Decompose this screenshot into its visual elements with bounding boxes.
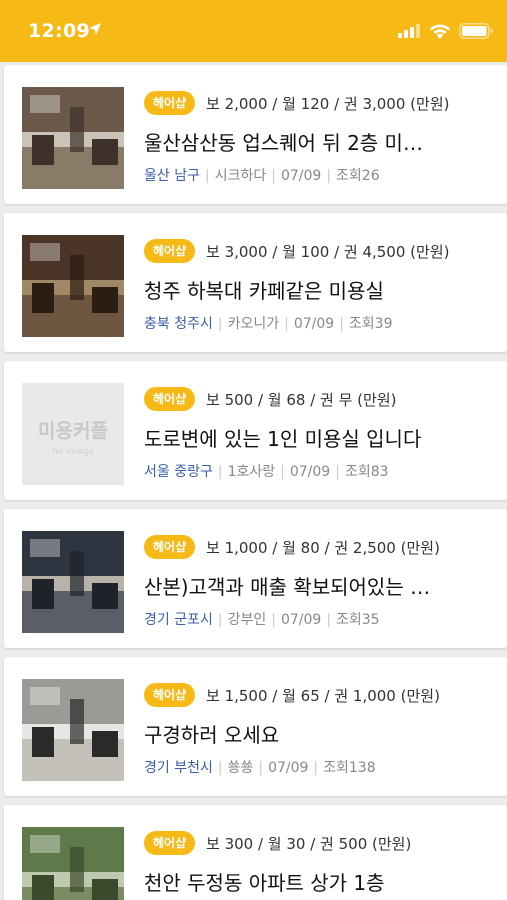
meta-divider: | xyxy=(217,316,223,332)
placeholder-title: 미용커플 xyxy=(38,420,108,442)
meta-divider: | xyxy=(339,316,344,332)
listing-meta: 서울 중랑구 | 1호사랑 | 07/09 | 조회83 xyxy=(144,461,389,481)
meta-divider: | xyxy=(326,612,332,628)
category-badge: 헤어샵 xyxy=(144,91,196,115)
listing-thumbnail[interactable] xyxy=(22,235,124,337)
category-badge: 헤어샵 xyxy=(144,239,196,263)
listing-card[interactable]: 헤어샵 보 300 / 월 30 / 권 500 (만원) 천안 두정동 아파트 상… xyxy=(4,805,507,900)
listing-author: 시크하다 xyxy=(214,168,267,184)
status-time: 12:09 xyxy=(28,20,90,42)
listing-author: 1호사랑 xyxy=(227,464,276,480)
listing-author: 강부인 xyxy=(227,612,267,628)
listing-meta: 충북 청주시 | 카오니가 | 07/09 | 조회39 xyxy=(144,313,392,333)
listing-thumbnail[interactable] xyxy=(22,87,124,189)
signal-icon xyxy=(398,24,420,38)
price-info: 보 1,000 / 월 80 / 권 2,500 (만원) xyxy=(206,539,440,557)
listing-title[interactable]: 청주 하복대 카페같은 미용실 xyxy=(144,275,489,304)
location-arrow-icon xyxy=(89,23,101,35)
meta-divider: | xyxy=(217,464,223,480)
listing-title[interactable]: 울산삼산동 업스퀘어 뒤 2층 미… xyxy=(144,127,489,156)
thumbnail-placeholder: 미용커플 no image xyxy=(22,383,124,485)
listing-date: 07/09 xyxy=(280,612,322,628)
listing-card[interactable]: 헤어샵 보 2,000 / 월 120 / 권 3,000 (만원) 울산삼산동 업… xyxy=(4,65,507,204)
category-badge: 헤어샵 xyxy=(144,387,196,411)
listing-card[interactable]: 헤어샵 보 1,000 / 월 80 / 권 2,500 (만원) 산본)고객과 매… xyxy=(4,509,507,648)
listing-author: 카오니가 xyxy=(227,316,280,332)
wifi-icon xyxy=(430,24,450,39)
price-info: 보 500 / 월 68 / 권 무 (만원) xyxy=(206,391,397,409)
listing-title[interactable]: 천안 두정동 아파트 상가 1층 xyxy=(144,867,489,896)
meta-divider: | xyxy=(280,464,285,480)
price-info: 보 1,500 / 월 65 / 권 1,000 (만원) xyxy=(206,687,440,705)
listing-card[interactable]: 헤어샵 보 3,000 / 월 100 / 권 4,500 (만원) 청주 하복대 … xyxy=(4,213,507,352)
meta-divider: | xyxy=(217,612,223,628)
price-info: 보 300 / 월 30 / 권 500 (만원) xyxy=(206,835,412,853)
listing-author: 쑝쑝 xyxy=(227,760,254,776)
category-badge: 헤어샵 xyxy=(144,831,196,855)
listing-date: 07/09 xyxy=(280,168,322,184)
meta-divider: | xyxy=(313,760,319,776)
listing-date: 07/09 xyxy=(268,760,309,776)
meta-divider: | xyxy=(271,612,276,628)
listing-views: 조회83 xyxy=(344,464,389,480)
listing-thumbnail[interactable] xyxy=(22,531,124,633)
listing-views: 조회39 xyxy=(348,316,393,332)
meta-divider: | xyxy=(284,316,289,332)
price-info: 보 3,000 / 월 100 / 권 4,500 (만원) xyxy=(206,243,450,261)
listing-title[interactable]: 도로변에 있는 1인 미용실 입니다 xyxy=(144,423,489,452)
price-info: 보 2,000 / 월 120 / 권 3,000 (만원) xyxy=(206,95,450,113)
listing-views: 조회26 xyxy=(336,168,380,184)
listing-meta: 경기 군포시 | 강부인 | 07/09 | 조회35 xyxy=(144,609,380,629)
listing-card[interactable]: 헤어샵 보 1,500 / 월 65 / 권 1,000 (만원) 구경하러 오세요… xyxy=(4,657,507,796)
category-badge: 헤어샵 xyxy=(144,683,196,707)
listing-region: 경기 군포시 xyxy=(144,612,213,628)
listing-title[interactable]: 구경하러 오세요 xyxy=(144,719,489,748)
listing-region: 서울 중랑구 xyxy=(144,464,213,480)
listing-views: 조회35 xyxy=(336,612,380,628)
meta-divider: | xyxy=(258,760,264,776)
listing-meta: 경기 부천시 | 쑝쑝 | 07/09 | 조회138 xyxy=(144,757,376,777)
status-bar: 12:09 xyxy=(0,0,507,62)
meta-divider: | xyxy=(217,760,223,776)
meta-divider: | xyxy=(271,168,276,184)
listing-date: 07/09 xyxy=(289,464,331,480)
listing-date: 07/09 xyxy=(293,316,335,332)
listing-title[interactable]: 산본)고객과 매출 확보되어있는 … xyxy=(144,571,489,600)
listing-region: 충북 청주시 xyxy=(144,316,213,332)
listing-meta: 울산 남구 | 시크하다 | 07/09 | 조회26 xyxy=(144,165,380,185)
listing-card[interactable]: 미용커플 no image 헤어샵 보 500 / 월 68 / 권 무 (만원) 도로… xyxy=(4,361,507,500)
listing-thumbnail[interactable] xyxy=(22,679,124,781)
category-badge: 헤어샵 xyxy=(144,535,196,559)
listing-region: 울산 남구 xyxy=(144,168,200,184)
listing-thumbnail[interactable] xyxy=(22,827,124,900)
placeholder-subtitle: no image xyxy=(51,447,95,457)
listing-region: 경기 부천시 xyxy=(144,760,213,776)
battery-icon xyxy=(459,23,493,39)
meta-divider: | xyxy=(326,168,332,184)
listing-views: 조회138 xyxy=(323,760,376,776)
meta-divider: | xyxy=(204,168,210,184)
meta-divider: | xyxy=(335,464,340,480)
